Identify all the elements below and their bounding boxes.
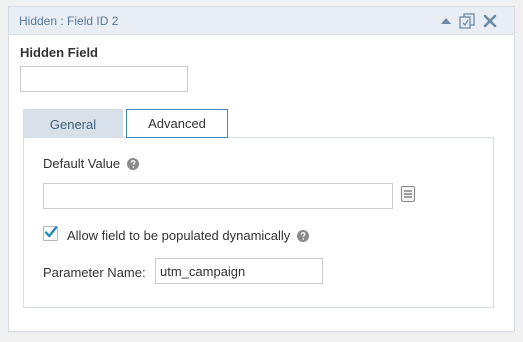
help-icon[interactable]: [126, 158, 139, 173]
parameter-name-input[interactable]: [155, 258, 323, 284]
advanced-tab-content: Default Value Allow field to be populate…: [23, 137, 494, 308]
tab-general-label: General: [49, 116, 97, 132]
default-value-row: Default Value: [43, 156, 139, 173]
tab-general[interactable]: General: [23, 109, 123, 138]
checkmark-icon: [44, 226, 58, 238]
panel-title: Hidden : Field ID 2: [19, 14, 119, 28]
duplicate-icon[interactable]: [459, 13, 475, 29]
field-label: Hidden Field: [20, 45, 98, 60]
close-icon[interactable]: [482, 13, 498, 29]
allow-dynamic-row: Allow field to be populated dynamically: [67, 228, 309, 245]
allow-dynamic-label[interactable]: Allow field to be populated dynamically: [67, 228, 290, 243]
default-value-label: Default Value: [43, 156, 121, 171]
collapse-arrow-icon[interactable]: [438, 13, 454, 29]
parameter-name-label: Parameter Name:: [43, 265, 146, 280]
tab-advanced[interactable]: Advanced: [126, 109, 228, 138]
allow-dynamic-checkbox[interactable]: [43, 226, 58, 241]
hidden-field-input[interactable]: [20, 66, 188, 92]
field-settings-panel: Hidden : Field ID 2 Hidden Field General…: [8, 6, 515, 332]
default-value-input[interactable]: [43, 183, 393, 209]
merge-tag-icon[interactable]: [401, 186, 415, 202]
tab-advanced-label: Advanced: [148, 116, 206, 131]
help-icon[interactable]: [296, 230, 309, 245]
panel-header: Hidden : Field ID 2: [9, 7, 514, 35]
